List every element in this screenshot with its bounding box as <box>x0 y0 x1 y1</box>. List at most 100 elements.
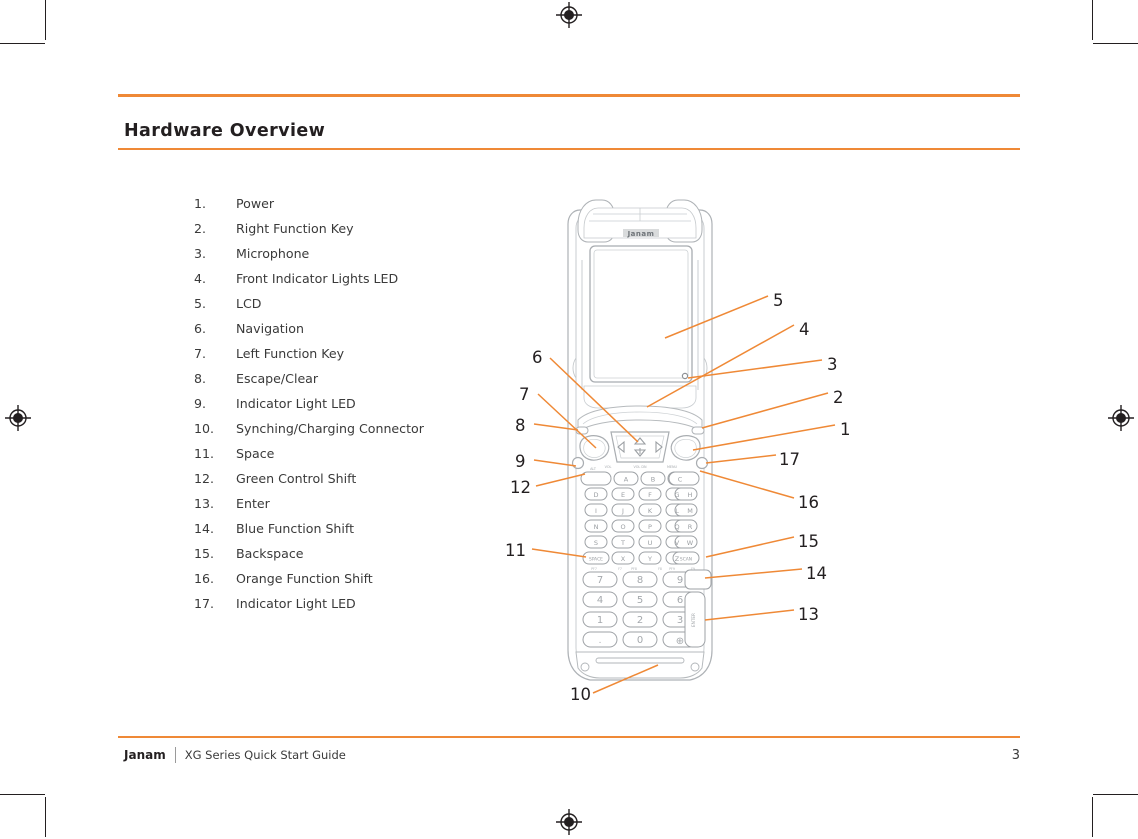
svg-text:J: J <box>621 507 624 515</box>
svg-text:Y: Y <box>647 555 652 563</box>
svg-text:⊕: ⊕ <box>676 636 684 647</box>
svg-text:PF8: PF8 <box>631 567 637 571</box>
keypad-row: 1 2 3 <box>582 611 698 628</box>
svg-text:8: 8 <box>637 575 643 586</box>
callout-number-11: 11 <box>505 541 526 560</box>
list-item-number: 3. <box>194 246 207 261</box>
callout-number-6: 6 <box>532 348 543 367</box>
svg-text:H: H <box>688 491 693 499</box>
keypad-row: I J K L M <box>584 503 698 517</box>
list-item-number: 8. <box>194 371 207 386</box>
svg-text:0: 0 <box>637 635 643 646</box>
svg-text:A: A <box>624 476 629 484</box>
list-item-number: 2. <box>194 221 207 236</box>
microphone-port <box>681 372 689 380</box>
callout-number-2: 2 <box>833 388 844 407</box>
list-item-number: 9. <box>194 396 207 411</box>
svg-text:VOL DN: VOL DN <box>633 465 647 469</box>
svg-text:Q: Q <box>674 523 679 531</box>
page-title: Hardware Overview <box>124 120 326 141</box>
header-rule-top <box>118 94 1020 97</box>
list-item-number: 1. <box>194 196 207 211</box>
crop-mark-top-right-vertical <box>1092 0 1093 40</box>
crop-mark-bottom-left-horizontal <box>0 794 45 795</box>
keypad-row: 7 8 9 <box>582 569 712 590</box>
svg-text:.: . <box>599 636 602 646</box>
svg-text:C: C <box>678 476 683 484</box>
navigation-pad[interactable] <box>610 431 670 463</box>
callout-number-10: 10 <box>570 685 591 704</box>
svg-text:1: 1 <box>597 615 603 626</box>
svg-text:W: W <box>687 539 694 547</box>
callout-number-8: 8 <box>515 416 526 435</box>
list-item-number: 16. <box>194 571 215 586</box>
device-logo: Janam <box>623 229 659 238</box>
list-item-number: 17. <box>194 596 215 611</box>
svg-text:S: S <box>594 539 598 547</box>
crop-mark-top-left-horizontal <box>0 43 45 44</box>
svg-text:7: 7 <box>597 575 603 586</box>
svg-text:VOL: VOL <box>605 465 612 469</box>
numeric-keypad[interactable]: PF7 F7 PF8 F8 PF9 F9 7 8 9 4 5 6 1 2 3 .… <box>582 567 712 648</box>
callout-number-1: 1 <box>840 420 851 439</box>
list-item-number: 10. <box>194 421 215 436</box>
svg-text:K: K <box>648 507 653 515</box>
callout-number-17: 17 <box>779 450 800 469</box>
svg-text:ALT: ALT <box>590 467 597 471</box>
svg-text:3: 3 <box>677 615 683 626</box>
svg-text:4: 4 <box>597 595 603 606</box>
svg-text:X: X <box>621 555 626 563</box>
svg-text:B: B <box>651 476 655 484</box>
footer-doc-title: XG Series Quick Start Guide <box>184 748 346 762</box>
indicator-light-led-left <box>571 456 585 470</box>
left-function-key[interactable] <box>579 435 610 461</box>
footer-brand: Janam <box>124 748 166 762</box>
svg-text:D: D <box>593 491 598 499</box>
crop-mark-top-left-vertical <box>45 0 46 40</box>
list-item-number: 5. <box>194 296 207 311</box>
svg-text:E: E <box>621 491 625 499</box>
page-footer: Janam XG Series Quick Start Guide 3 <box>124 747 1020 763</box>
registration-mark-left <box>5 405 31 431</box>
crop-mark-bottom-left-vertical <box>45 797 46 837</box>
list-item-number: 6. <box>194 321 207 336</box>
callout-number-5: 5 <box>773 291 784 310</box>
crop-mark-top-right-horizontal <box>1093 43 1138 44</box>
callout-number-3: 3 <box>827 355 838 374</box>
callout-number-13: 13 <box>798 605 819 624</box>
right-function-key[interactable] <box>670 435 701 461</box>
svg-text:9: 9 <box>677 575 683 586</box>
svg-text:F: F <box>648 491 652 499</box>
sync-charging-connector <box>575 651 705 679</box>
svg-text:SPACE: SPACE <box>589 557 603 563</box>
list-item-number: 7. <box>194 346 207 361</box>
callout-number-15: 15 <box>798 532 819 551</box>
svg-text:ENTER: ENTER <box>691 613 696 627</box>
power-button[interactable] <box>695 456 709 470</box>
list-item-number: 14. <box>194 521 215 536</box>
svg-text:P: P <box>648 523 652 531</box>
keypad-row: D E F G H <box>584 487 698 501</box>
callout-number-7: 7 <box>519 385 530 404</box>
device-illustration: Janam VOL UP <box>531 199 836 694</box>
keypad-row: SPACE X Y Z SCAN <box>582 551 700 565</box>
list-item-number: 4. <box>194 271 207 286</box>
svg-text:T: T <box>620 539 625 547</box>
svg-text:PF9: PF9 <box>669 567 675 571</box>
list-item-number: 11. <box>194 446 215 461</box>
svg-text:PF7: PF7 <box>591 567 597 571</box>
svg-text:I: I <box>595 507 597 515</box>
device-lcd-screen <box>589 245 693 383</box>
svg-text:Janam: Janam <box>627 230 655 238</box>
crop-mark-bottom-right-vertical <box>1092 797 1093 837</box>
svg-text:F8: F8 <box>658 567 662 571</box>
svg-text:M: M <box>687 507 693 515</box>
svg-text:O: O <box>620 523 625 531</box>
svg-text:MENU: MENU <box>667 465 678 469</box>
list-item-number: 13. <box>194 496 215 511</box>
device-diagram: Janam VOL UP <box>380 180 900 725</box>
svg-text:6: 6 <box>677 595 683 606</box>
keypad-row: 4 5 6 <box>582 591 698 608</box>
svg-text:2: 2 <box>637 615 643 626</box>
list-item-number: 12. <box>194 471 215 486</box>
